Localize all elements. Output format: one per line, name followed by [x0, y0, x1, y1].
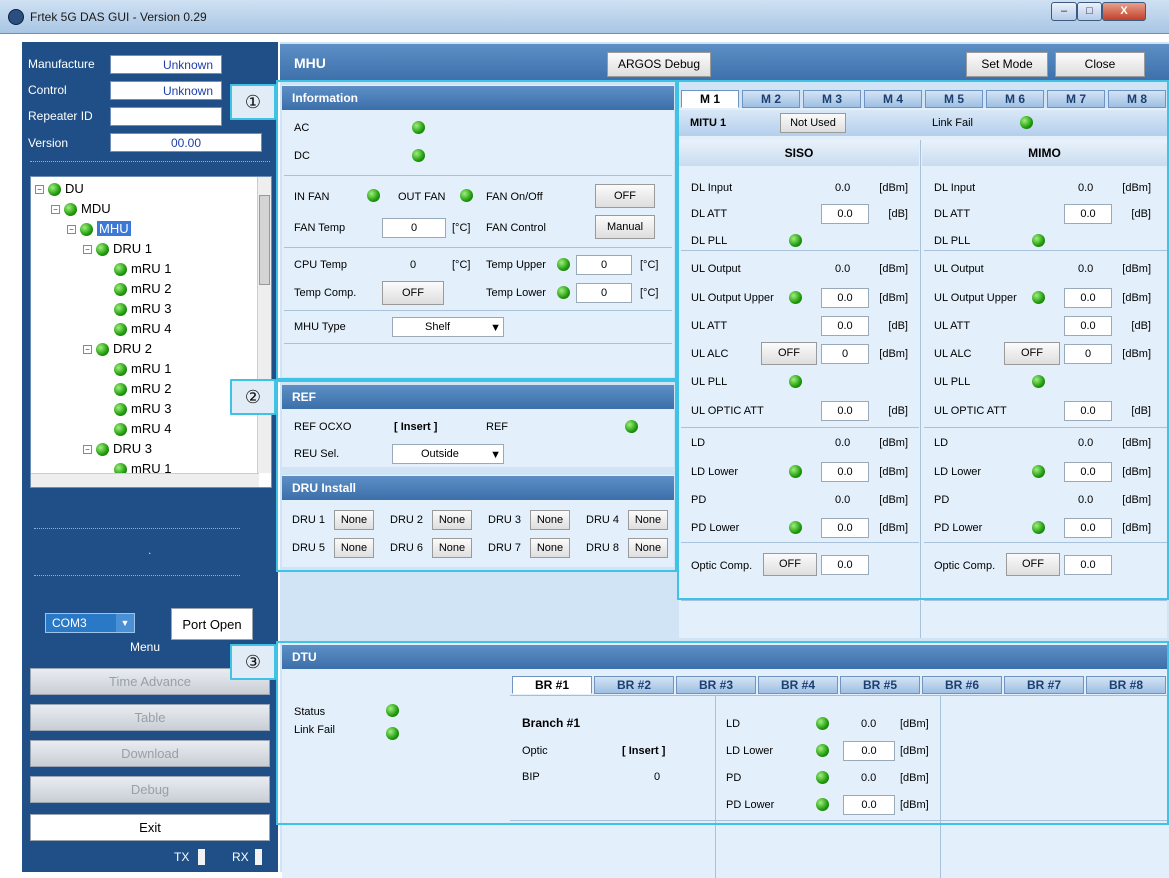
version-field: 00.00 [110, 133, 262, 152]
node-status-icon [114, 263, 127, 277]
divider [34, 575, 240, 576]
tx-indicator [198, 849, 205, 865]
scroll-thumb[interactable] [259, 195, 270, 285]
divider [34, 528, 240, 529]
debug-button[interactable]: Debug [30, 776, 270, 803]
window-title: Frtek 5G DAS GUI - Version 0.29 [30, 10, 207, 24]
tree-node-label: mRU 3 [131, 401, 172, 416]
node-status-icon [114, 363, 127, 377]
rx-label: RX [232, 850, 249, 864]
node-status-icon [114, 323, 127, 337]
tree-node-label: mRU 1 [131, 261, 172, 276]
set-mode-button[interactable]: Set Mode [966, 52, 1048, 77]
menu-label: Menu [130, 640, 161, 654]
control-label: Control [28, 83, 67, 97]
tree-node-label: mRU 4 [131, 321, 172, 336]
title-bar: Frtek 5G DAS GUI - Version 0.29 – □ X [0, 0, 1169, 34]
tree-node-label: mRU 1 [131, 361, 172, 376]
maximize-button[interactable]: □ [1077, 2, 1102, 21]
tree-node[interactable]: − MHU [67, 219, 131, 238]
node-status-icon [64, 203, 77, 217]
close-button[interactable]: Close [1055, 52, 1145, 77]
tree-node[interactable]: − DRU 2 [83, 339, 152, 358]
tree-node-label: DU [65, 181, 84, 196]
app-icon [8, 9, 24, 25]
node-status-icon [114, 283, 127, 297]
node-status-icon [80, 223, 93, 237]
tree-node[interactable]: − MDU [51, 199, 111, 218]
window-close-button[interactable]: X [1102, 2, 1146, 21]
node-status-icon [114, 303, 127, 317]
tree-node[interactable]: mRU 4 [99, 419, 171, 438]
callout-1: ① [230, 84, 276, 120]
com-port-select[interactable]: COM3 ▼ [45, 613, 135, 633]
tree-node-label: mRU 2 [131, 281, 172, 296]
tree-node[interactable]: mRU 1 [99, 259, 171, 278]
tree-node-label: mRU 2 [131, 381, 172, 396]
collapse-icon[interactable]: − [35, 185, 44, 195]
manufacture-label: Manufacture [28, 57, 95, 71]
tree-scrollbar[interactable] [257, 177, 271, 473]
tree-node[interactable]: − DU [35, 179, 84, 198]
tree-node-label: DRU 2 [113, 341, 153, 356]
repeater-id-field[interactable] [110, 107, 222, 126]
node-status-icon [114, 403, 127, 417]
tree-node[interactable]: mRU 3 [99, 299, 171, 318]
callout-frame-m [677, 80, 1169, 600]
node-status-icon [48, 183, 61, 197]
chevron-down-icon: ▼ [116, 614, 134, 632]
node-status-icon [96, 443, 109, 457]
node-status-icon [96, 343, 109, 357]
collapse-icon[interactable]: − [83, 245, 92, 255]
node-status-icon [114, 383, 127, 397]
version-label: Version [28, 136, 69, 150]
repeater-id-label: Repeater ID [28, 109, 93, 123]
tree-node[interactable]: mRU 1 [99, 359, 171, 378]
tree-node-label: mRU 4 [131, 421, 172, 436]
device-tree[interactable]: − DU − MDU − MHU − DRU 1 mRU 1 mRU 2 mRU 3 mRU 4− DR… [30, 176, 272, 488]
tree-node[interactable]: mRU 4 [99, 319, 171, 338]
com-port-value: COM3 [52, 616, 87, 630]
tree-hscrollbar[interactable] [31, 473, 259, 487]
node-status-icon [114, 423, 127, 437]
collapse-icon[interactable]: − [83, 445, 92, 455]
tree-node-label: MDU [81, 201, 111, 216]
download-button[interactable]: Download [30, 740, 270, 767]
callout-3: ③ [230, 644, 276, 680]
tree-node[interactable]: − DRU 3 [83, 439, 152, 458]
argos-debug-button[interactable]: ARGOS Debug [607, 52, 711, 77]
tree-node-label: mRU 3 [131, 301, 172, 316]
page-title: MHU [294, 55, 326, 71]
divider [30, 161, 270, 162]
callout-2: ② [230, 379, 276, 415]
tree-node-label: MHU [97, 221, 131, 236]
tree-node[interactable]: mRU 3 [99, 399, 171, 418]
callout-frame-1 [276, 80, 677, 380]
exit-button[interactable]: Exit [30, 814, 270, 841]
collapse-icon[interactable]: − [83, 345, 92, 355]
collapse-icon[interactable]: − [51, 205, 60, 215]
tree-node[interactable]: − DRU 1 [83, 239, 152, 258]
port-open-button[interactable]: Port Open [171, 608, 253, 640]
tree-node-label: DRU 1 [113, 241, 153, 256]
table-button[interactable]: Table [30, 704, 270, 731]
tree-node[interactable]: mRU 2 [99, 379, 171, 398]
control-field: Unknown [110, 81, 222, 100]
callout-frame-2 [276, 380, 677, 572]
manufacture-field: Unknown [110, 55, 222, 74]
status-dot: . [148, 543, 152, 557]
node-status-icon [96, 243, 109, 257]
tree-node[interactable]: mRU 2 [99, 279, 171, 298]
tree-node-label: DRU 3 [113, 441, 153, 456]
collapse-icon[interactable]: − [67, 225, 76, 235]
minimize-button[interactable]: – [1051, 2, 1077, 21]
tx-label: TX [174, 850, 190, 864]
callout-frame-3 [276, 641, 1169, 825]
rx-indicator [255, 849, 262, 865]
